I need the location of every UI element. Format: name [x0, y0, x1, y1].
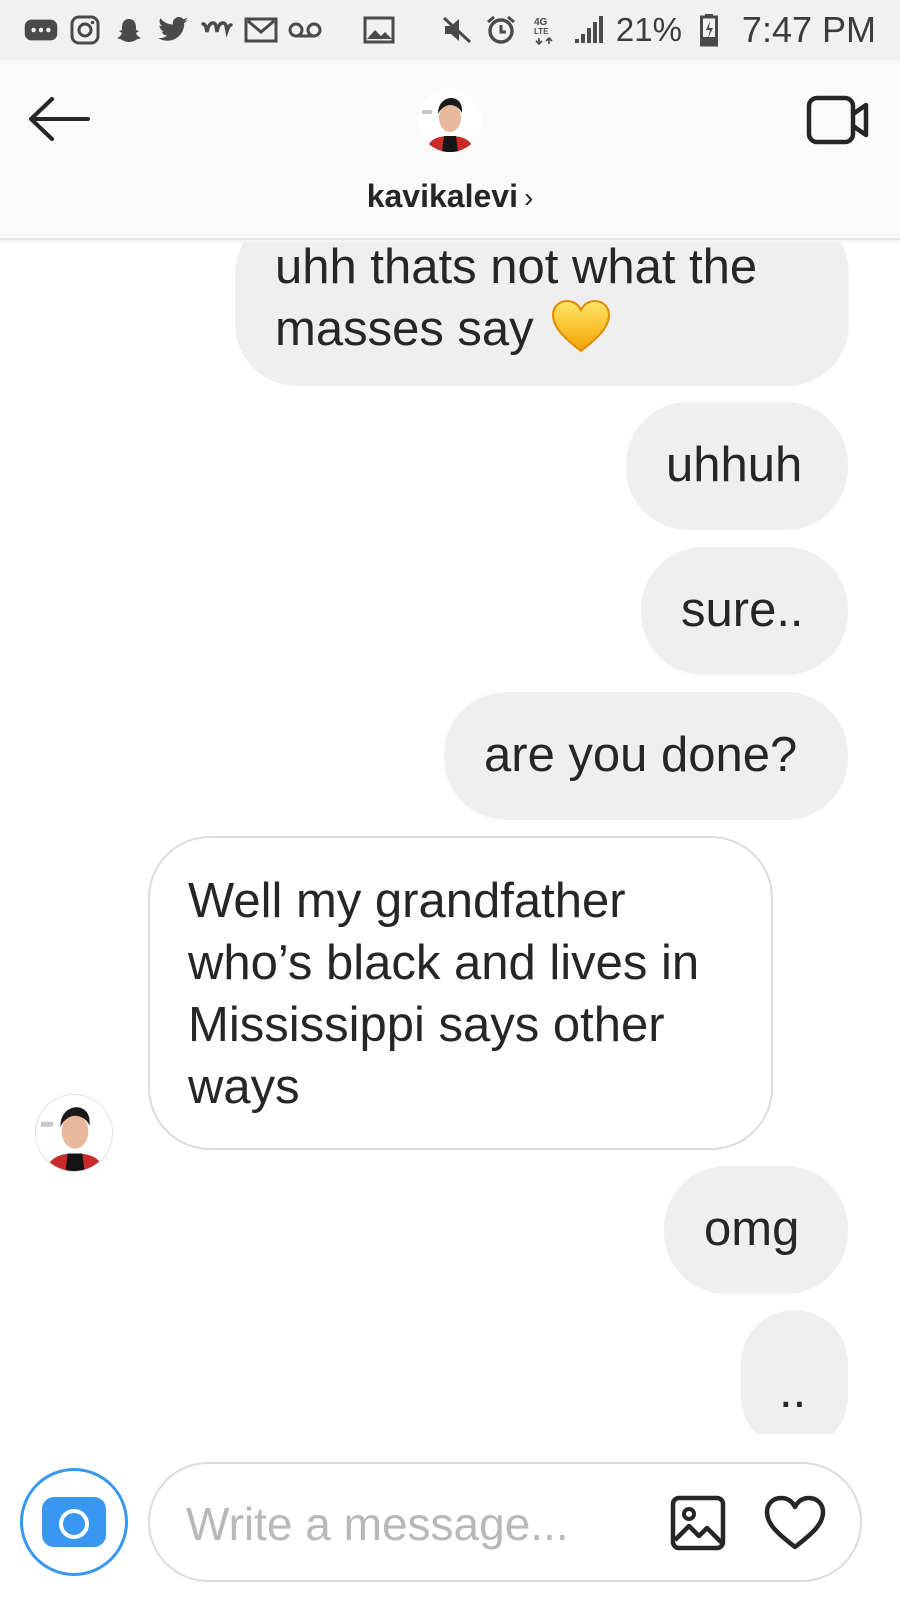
more-notifications-icon	[24, 13, 58, 47]
twitter-icon	[156, 13, 190, 47]
clock: 7:47 PM	[741, 9, 876, 50]
message-bubble-outgoing[interactable]: omg	[664, 1166, 848, 1294]
message-text: uhhuh	[666, 438, 803, 492]
message-input[interactable]	[186, 1494, 646, 1554]
gmail-icon	[244, 13, 278, 47]
message-text: sure..	[681, 583, 804, 637]
image-gallery-icon	[670, 1495, 726, 1551]
video-call-icon	[806, 95, 869, 145]
snapchat-icon	[112, 13, 146, 47]
camera-button[interactable]	[20, 1468, 128, 1576]
back-button[interactable]	[26, 92, 92, 146]
notification-icons	[24, 13, 396, 47]
chevron-right-icon: ›	[523, 182, 534, 213]
instagram-icon	[68, 13, 102, 47]
voicemail-icon	[288, 13, 322, 47]
back-arrow-icon	[29, 97, 90, 141]
message-bubble-outgoing[interactable]: ..	[741, 1310, 848, 1434]
message-input-container[interactable]	[148, 1462, 862, 1582]
username-text: kavikalevi	[366, 178, 518, 214]
wattpad-icon	[200, 13, 234, 47]
video-call-button[interactable]	[806, 94, 870, 146]
alarm-icon	[484, 13, 518, 47]
message-bubble-incoming[interactable]: Well my grandfather who’s black and live…	[148, 836, 773, 1150]
battery-icon	[692, 13, 726, 47]
mute-icon	[440, 13, 474, 47]
message-text: omg	[704, 1202, 800, 1256]
message-text: Well my grandfather who’s black and live…	[188, 874, 700, 1114]
gallery-button[interactable]	[670, 1495, 726, 1551]
message-bubble-outgoing[interactable]: are you done?	[444, 692, 848, 820]
sender-avatar[interactable]	[35, 1094, 113, 1172]
message-text: uhh thats not what the masses say	[275, 242, 758, 356]
message-composer	[0, 1434, 900, 1600]
conversation-username[interactable]: kavikalevi ›	[0, 178, 900, 215]
message-text: ..	[779, 1364, 807, 1418]
conversation-header: kavikalevi ›	[0, 60, 900, 240]
camera-icon	[42, 1497, 106, 1547]
system-indicators: 4G LTE 21% 7:47 PM	[440, 9, 876, 51]
like-button[interactable]	[764, 1495, 826, 1551]
svg-text:LTE: LTE	[534, 27, 549, 36]
message-bubble-outgoing[interactable]: uhh thats not what the masses say	[235, 242, 849, 386]
message-bubble-outgoing[interactable]: sure..	[641, 547, 848, 675]
yellow-heart-emoji	[551, 299, 611, 368]
gallery-icon	[362, 13, 396, 47]
battery-percentage: 21%	[615, 11, 682, 48]
message-bubble-outgoing[interactable]: uhhuh	[626, 402, 848, 530]
network-4g-lte-icon: 4G LTE	[528, 13, 562, 47]
status-bar: 4G LTE 21% 7:47 PM	[0, 0, 900, 60]
message-thread[interactable]: uhh thats not what the masses say uhhuh …	[0, 242, 900, 1434]
signal-icon	[572, 13, 606, 47]
header-avatar[interactable]	[418, 88, 482, 152]
message-text: are you done?	[484, 728, 798, 782]
heart-icon	[764, 1495, 826, 1550]
